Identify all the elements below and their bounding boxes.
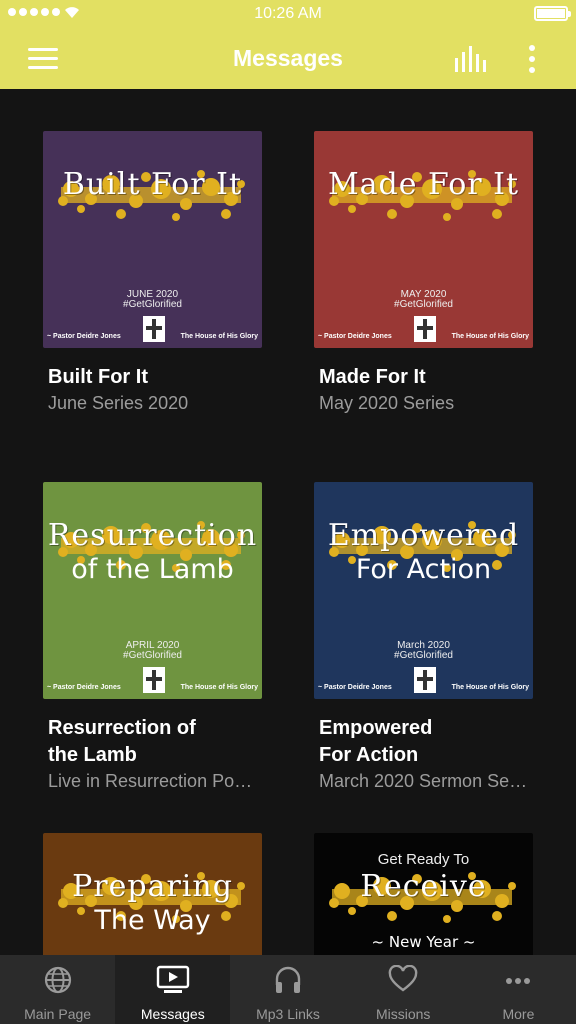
series-subtitle: May 2020 Series: [319, 393, 455, 413]
artwork-title: Empowered: [327, 518, 520, 553]
series-subtitle: Live in Resurrection Power: [48, 771, 258, 791]
page-title: Messages: [233, 45, 343, 71]
series-artwork: Built For It JUNE 2020 #GetGlorified ~ Past…: [43, 131, 262, 348]
overflow-menu-icon[interactable]: [522, 42, 542, 76]
artwork-subtitle: The Way: [94, 905, 211, 936]
series-artwork: Made For It MAY 2020 #GetGlorified ~ Pastor…: [314, 131, 533, 348]
tab-label: Messages: [140, 1006, 205, 1022]
series-card[interactable]: Resurrection of the Lamb APRIL 2020 #GetGlo…: [43, 482, 263, 793]
artwork-title: Preparing: [72, 869, 233, 904]
series-card[interactable]: Get Ready To Receive ~ New Year ~: [314, 833, 534, 955]
series-subtitle: March 2020 Sermon Series: [319, 771, 529, 791]
series-card[interactable]: Made For It MAY 2020 #GetGlorified ~ Pastor…: [314, 131, 534, 415]
series-card[interactable]: Empowered For Action March 2020 #GetGlorifi…: [314, 482, 534, 793]
artwork-subtitle: of the Lamb: [71, 554, 234, 585]
tab-label: Missions: [375, 1006, 431, 1022]
series-artwork: Preparing The Way: [43, 833, 262, 955]
series-title: Made For It: [319, 366, 426, 388]
series-artwork: Get Ready To Receive ~ New Year ~: [314, 833, 533, 955]
tab-messages[interactable]: Messages: [115, 955, 231, 1024]
cross-logo-icon: [414, 667, 436, 693]
series-card[interactable]: Built For It JUNE 2020 #GetGlorified ~ Past…: [43, 131, 263, 415]
series-title: Resurrection of the Lamb: [48, 717, 196, 766]
artwork-subtitle: ~ New Year ~: [371, 933, 476, 951]
tab-label: More: [502, 1006, 535, 1022]
artwork-church: The House of His Glory: [451, 333, 529, 340]
tab-mp3-links[interactable]: Mp3 Links: [230, 955, 345, 1024]
video-icon: [156, 965, 189, 993]
status-time: 10:26 AM: [254, 5, 322, 22]
globe-icon: [44, 966, 71, 994]
artwork-pastor: ~ Pastor Deidre Jones: [318, 684, 392, 691]
heart-icon: [388, 965, 418, 992]
tab-more[interactable]: More: [461, 955, 576, 1024]
artwork-pastor: ~ Pastor Deidre Jones: [47, 333, 121, 340]
cross-logo-icon: [143, 667, 165, 693]
tab-label: Main Page: [24, 1006, 92, 1022]
artwork-pastor: ~ Pastor Deidre Jones: [318, 333, 392, 340]
cross-logo-icon: [143, 316, 165, 342]
audio-levels-icon[interactable]: [453, 44, 489, 74]
artwork-hashtag: #GetGlorified: [394, 650, 453, 661]
artwork-subtitle: For Action: [355, 554, 492, 585]
artwork-footer: ~ Pastor Deidre Jones The House of His Gl…: [47, 316, 258, 342]
artwork-church: The House of His Glory: [180, 684, 258, 691]
artwork-title: Receive: [360, 869, 487, 904]
tab-missions[interactable]: Missions: [346, 955, 461, 1024]
tab-main-page[interactable]: Main Page: [0, 955, 115, 1024]
more-dots-icon: [506, 978, 531, 984]
cross-logo-icon: [414, 316, 436, 342]
artwork-footer: ~ Pastor Deidre Jones The House of His Gl…: [47, 667, 258, 693]
series-artwork: Empowered For Action March 2020 #GetGlorifi…: [314, 482, 533, 699]
series-title: Built For It: [48, 366, 148, 388]
artwork-footer: ~ Pastor Deidre Jones The House of His Gl…: [318, 316, 529, 342]
series-card[interactable]: Preparing The Way: [43, 833, 263, 955]
artwork-title: Made For It: [327, 167, 520, 202]
artwork-footer: ~ Pastor Deidre Jones The House of His Gl…: [318, 667, 529, 693]
artwork-hashtag: #GetGlorified: [394, 299, 453, 310]
tab-bar: Main Page Messages Mp3 Links Missions Mo…: [0, 955, 576, 1024]
artwork-pastor: ~ Pastor Deidre Jones: [47, 684, 121, 691]
series-title: Empowered For Action: [319, 717, 433, 766]
artwork-church: The House of His Glory: [180, 333, 258, 340]
artwork-hashtag: #GetGlorified: [123, 650, 182, 661]
header-bar: 10:26 AM Messages: [0, 0, 576, 89]
message-grid: Built For It JUNE 2020 #GetGlorified ~ Past…: [0, 89, 576, 955]
headphones-icon: [275, 966, 301, 993]
artwork-title: Built For It: [62, 167, 243, 202]
artwork-hashtag: #GetGlorified: [123, 299, 182, 310]
status-bar: 10:26 AM: [0, 0, 576, 28]
artwork-pretitle: Get Ready To: [377, 851, 470, 868]
series-artwork: Resurrection of the Lamb APRIL 2020 #GetGlo…: [43, 482, 262, 699]
battery-icon: [534, 6, 571, 21]
artwork-church: The House of His Glory: [451, 684, 529, 691]
series-subtitle: June Series 2020: [48, 393, 189, 413]
tab-label: Mp3 Links: [256, 1006, 320, 1022]
artwork-title: Resurrection: [47, 518, 258, 553]
